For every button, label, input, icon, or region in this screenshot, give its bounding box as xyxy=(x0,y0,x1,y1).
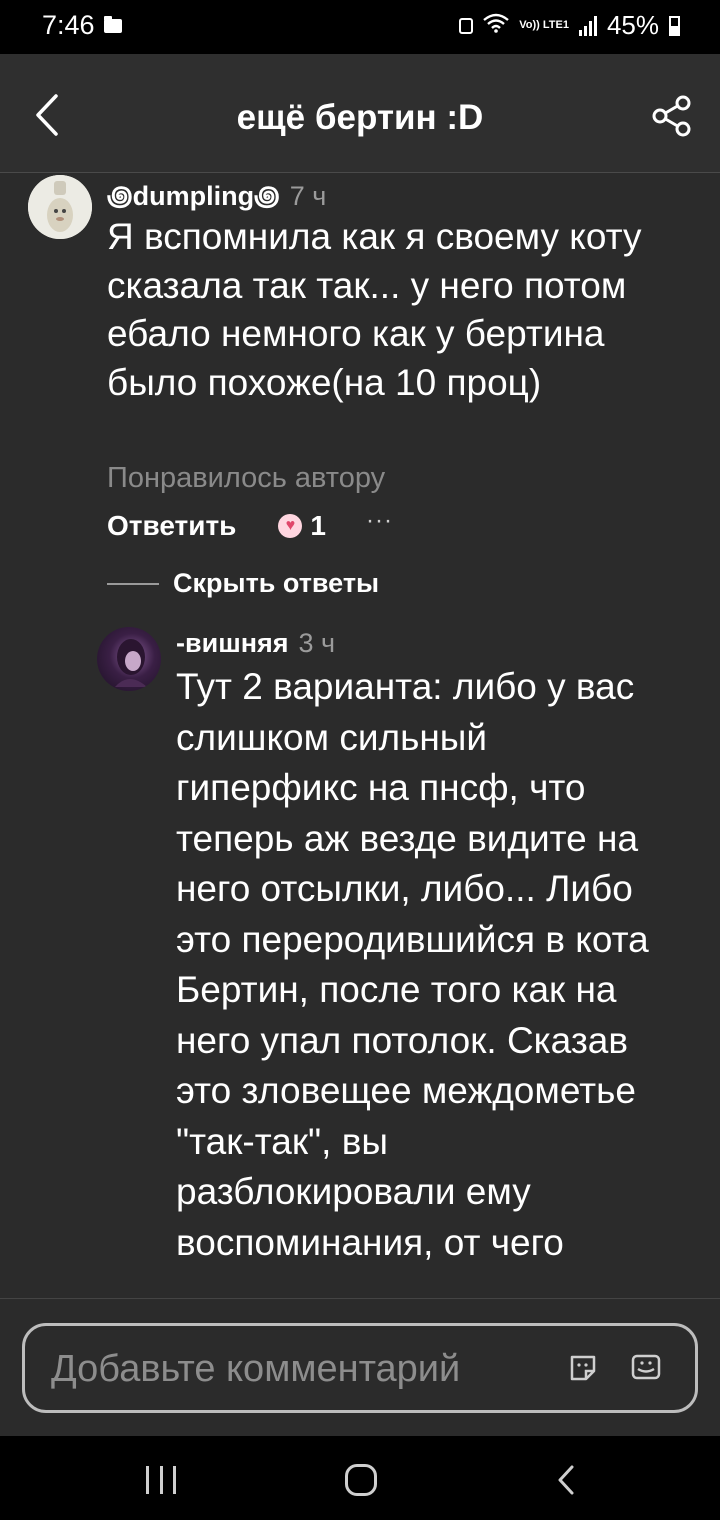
reply-author-name[interactable]: -вишняя xyxy=(176,628,289,658)
system-back-button[interactable] xyxy=(552,1464,580,1496)
lte-indicator: Vo)) LTE1 xyxy=(519,19,569,31)
like-count: 1 xyxy=(310,510,326,541)
wifi-icon xyxy=(483,13,510,39)
comment-text: Я вспомнила как я своему коту сказала та… xyxy=(107,216,642,403)
status-bar: 7:46 Vo)) LTE1 45% xyxy=(0,0,720,54)
status-time: 7:46 xyxy=(42,10,95,40)
recents-button[interactable] xyxy=(146,1466,176,1494)
comment-author-name[interactable]: ꩜dumpling꩜ xyxy=(107,181,280,211)
comment-input-box[interactable] xyxy=(22,1323,698,1413)
home-button[interactable] xyxy=(345,1464,377,1496)
divider-line xyxy=(107,582,159,585)
heart-icon xyxy=(278,514,303,538)
signal-icon xyxy=(578,15,597,36)
comment-time: 7 ч xyxy=(289,181,327,211)
avatar[interactable] xyxy=(28,175,92,239)
reply-avatar[interactable] xyxy=(97,627,161,691)
reply-text: Тут 2 варианта: либо у вас слишком сильн… xyxy=(176,666,649,1263)
page-title: ещё бертин :D xyxy=(236,98,484,137)
more-options-button[interactable]: ··· xyxy=(366,507,393,535)
like-button[interactable]: 1 xyxy=(278,510,326,542)
comment-author[interactable]: ꩜dumpling꩜ 7 ч xyxy=(107,176,326,215)
share-button[interactable] xyxy=(650,94,694,138)
lock-icon xyxy=(459,17,474,34)
battery-icon xyxy=(669,15,680,36)
comment-composer xyxy=(0,1298,720,1437)
file-notification-icon xyxy=(104,16,122,33)
image-icon xyxy=(631,1354,661,1380)
sticker-icon xyxy=(570,1355,596,1381)
system-nav-bar xyxy=(0,1436,720,1520)
hide-replies-button[interactable]: Скрыть ответы xyxy=(107,568,379,599)
comment-actions: Ответить 1 ··· xyxy=(107,507,393,542)
sticker-button[interactable] xyxy=(569,1354,597,1382)
hide-replies-label: Скрыть ответы xyxy=(173,568,380,598)
reply-author[interactable]: -вишняя 3 ч xyxy=(176,628,335,659)
status-icons: Vo)) LTE1 45% xyxy=(459,10,680,41)
battery-percent: 45% xyxy=(606,10,659,40)
top-app-bar: ещё бертин :D xyxy=(0,54,720,173)
image-button[interactable] xyxy=(631,1354,661,1380)
share-icon xyxy=(652,95,691,137)
liked-by-author-label: Понравилось автору xyxy=(107,462,386,494)
comment-input[interactable] xyxy=(49,1338,533,1400)
back-icon xyxy=(558,1465,574,1495)
reply-time: 3 ч xyxy=(298,628,336,658)
reply-button[interactable]: Ответить xyxy=(107,510,236,542)
